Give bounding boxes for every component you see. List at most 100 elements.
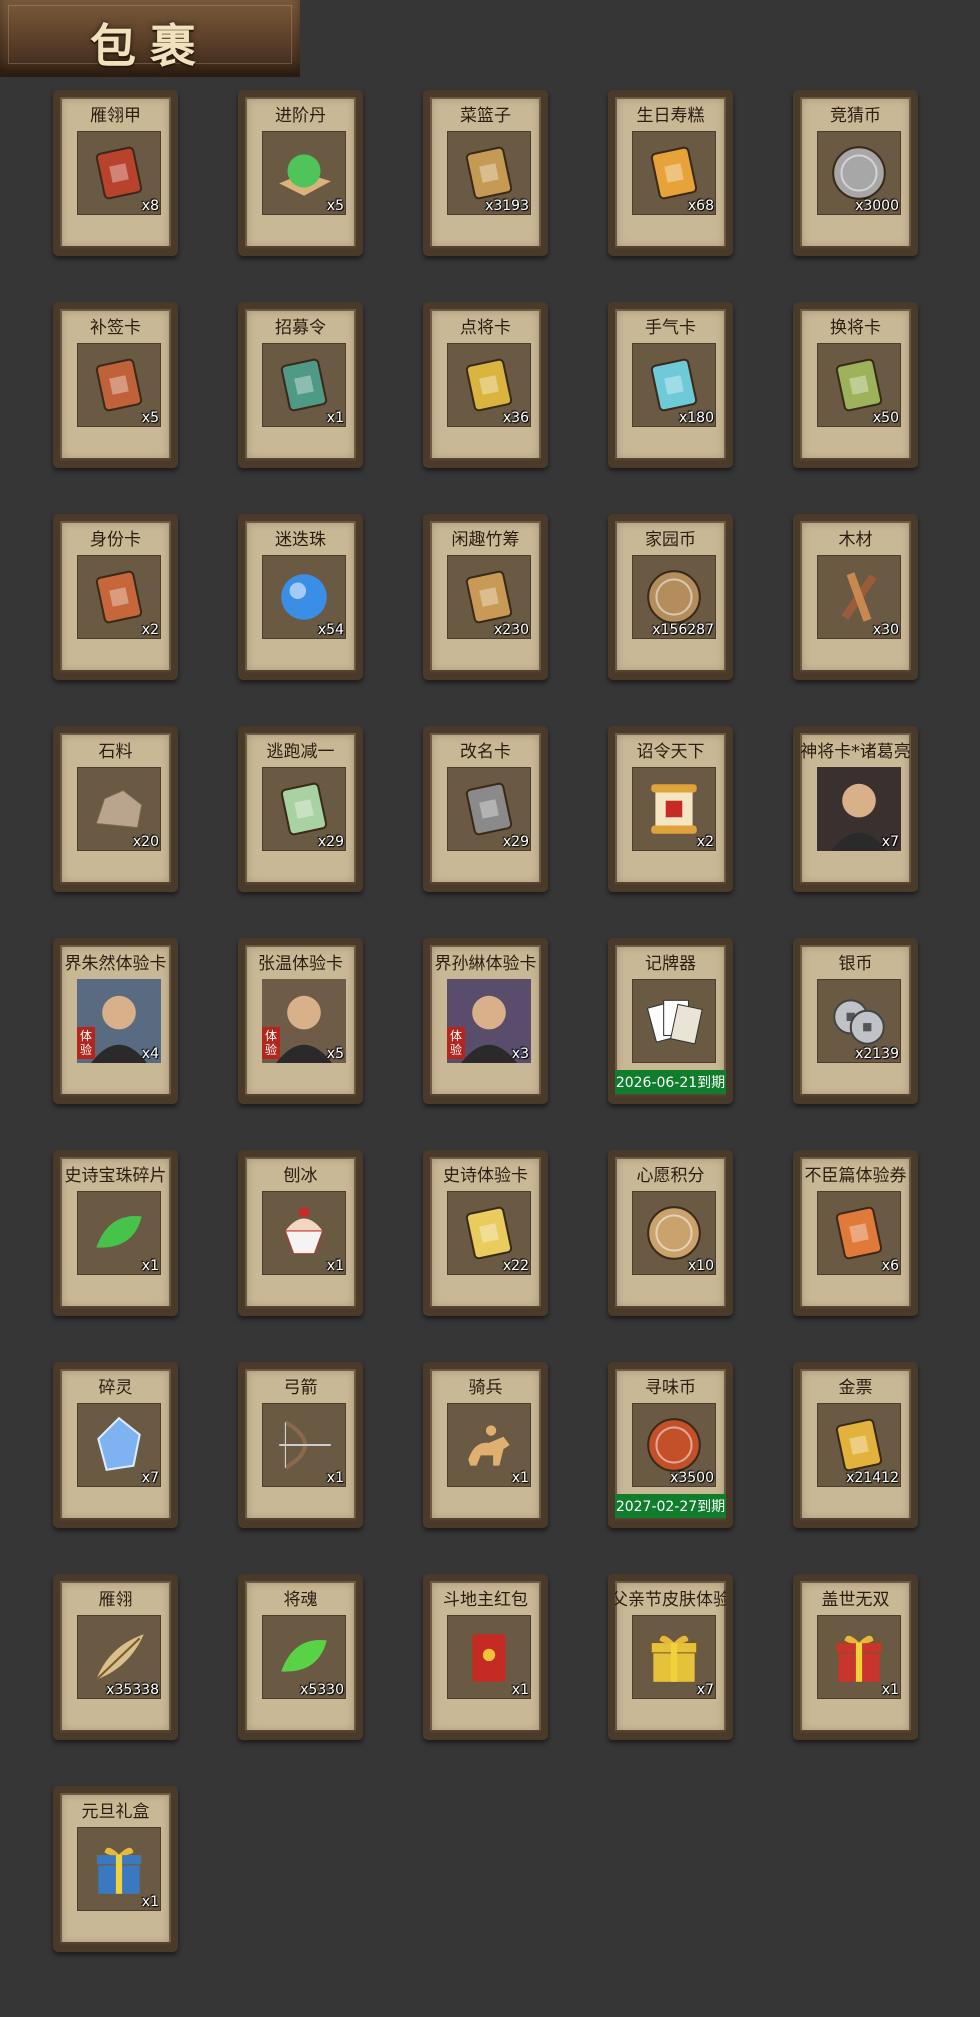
item-icon-box: x3000 — [817, 131, 901, 215]
item-name: 石料 — [98, 742, 133, 762]
item-icon-box: x3500 — [632, 1403, 716, 1487]
item-icon-box: x156287 — [632, 555, 716, 639]
item-icon-box: x7 — [817, 767, 901, 851]
item-icon-box: x1 — [77, 1191, 161, 1275]
item-count: x5 — [326, 1046, 344, 1062]
inventory-item[interactable]: 换将卡 x50 — [793, 302, 918, 468]
inventory-item[interactable]: 金票 x21412 — [793, 1362, 918, 1528]
item-name: 父亲节皮肤体验包 — [611, 1590, 730, 1610]
item-count: x1 — [511, 1682, 529, 1698]
item-count: x180 — [678, 410, 714, 426]
inventory-item[interactable]: 刨冰 x1 — [238, 1150, 363, 1316]
item-icon-box — [632, 979, 716, 1063]
item-name: 菜篮子 — [460, 106, 511, 126]
item-count: x1 — [141, 1894, 159, 1910]
item-name: 换将卡 — [830, 318, 881, 338]
item-icon-box: x68 — [632, 131, 716, 215]
item-icon-box: 体验 x5 — [262, 979, 346, 1063]
inventory-item[interactable]: 闲趣竹筹 x230 — [423, 514, 548, 680]
inventory-item[interactable]: 家园币 x156287 — [608, 514, 733, 680]
inventory-item[interactable]: 张温体验卡 体验 x5 — [238, 938, 363, 1104]
item-icon-box: x6 — [817, 1191, 901, 1275]
item-count: x22 — [502, 1258, 529, 1274]
inventory-item[interactable]: 元旦礼盒 x1 — [53, 1786, 178, 1952]
item-icon-box: x2 — [632, 767, 716, 851]
inventory-item[interactable]: 竞猜币 x3000 — [793, 90, 918, 256]
inventory-item[interactable]: 弓箭 x1 — [238, 1362, 363, 1528]
inventory-item[interactable]: 碎灵 x7 — [53, 1362, 178, 1528]
item-count: x1 — [326, 1470, 344, 1486]
item-icon-box: x50 — [817, 343, 901, 427]
item-count: x21412 — [846, 1470, 899, 1486]
item-name: 迷迭珠 — [275, 530, 326, 550]
item-icon-box: x1 — [77, 1827, 161, 1911]
inventory-item[interactable]: 父亲节皮肤体验包 x7 — [608, 1574, 733, 1740]
item-name: 骑兵 — [468, 1378, 503, 1398]
item-name: 闲趣竹筹 — [451, 530, 520, 550]
inventory-item[interactable]: 界朱然体验卡 体验 x4 — [53, 938, 178, 1104]
inventory-item[interactable]: 神将卡*诸葛亮 x7 — [793, 726, 918, 892]
playing-cards-icon — [632, 979, 716, 1063]
inventory-item[interactable]: 石料 x20 — [53, 726, 178, 892]
item-count: x5 — [326, 198, 344, 214]
inventory-item[interactable]: 点将卡 x36 — [423, 302, 548, 468]
inventory-item[interactable]: 迷迭珠 x54 — [238, 514, 363, 680]
inventory-item[interactable]: 雁翎 x35338 — [53, 1574, 178, 1740]
inventory-item[interactable]: 逃跑减一 x29 — [238, 726, 363, 892]
item-count: x1 — [141, 1258, 159, 1274]
inventory-item[interactable]: 诏令天下 x2 — [608, 726, 733, 892]
item-name: 史诗宝珠碎片 — [64, 1166, 167, 1186]
item-icon-box: x35338 — [77, 1615, 161, 1699]
inventory-item[interactable]: 手气卡 x180 — [608, 302, 733, 468]
item-name: 元旦礼盒 — [81, 1802, 150, 1822]
inventory-item[interactable]: 史诗体验卡 x22 — [423, 1150, 548, 1316]
inventory-item[interactable]: 生日寿糕 x68 — [608, 90, 733, 256]
item-name: 点将卡 — [460, 318, 511, 338]
item-icon-box: x7 — [77, 1403, 161, 1487]
item-name: 寻味币 — [645, 1378, 696, 1398]
item-name: 改名卡 — [460, 742, 511, 762]
inventory-item[interactable]: 将魂 x5330 — [238, 1574, 363, 1740]
item-count: x29 — [317, 834, 344, 850]
item-count: x1 — [326, 410, 344, 426]
inventory-item[interactable]: 改名卡 x29 — [423, 726, 548, 892]
item-name: 生日寿糕 — [636, 106, 705, 126]
item-name: 刨冰 — [283, 1166, 318, 1186]
inventory-item[interactable]: 骑兵 x1 — [423, 1362, 548, 1528]
item-name: 招募令 — [275, 318, 326, 338]
item-icon-box: 体验 x4 — [77, 979, 161, 1063]
inventory-item[interactable]: 银币 x2139 — [793, 938, 918, 1104]
item-name: 诏令天下 — [636, 742, 705, 762]
inventory-item[interactable]: 进阶丹 x5 — [238, 90, 363, 256]
item-count: x2 — [696, 834, 714, 850]
item-count: x7 — [881, 834, 899, 850]
inventory-item[interactable]: 补签卡 x5 — [53, 302, 178, 468]
inventory-item[interactable]: 招募令 x1 — [238, 302, 363, 468]
inventory-item[interactable]: 心愿积分 x10 — [608, 1150, 733, 1316]
item-icon-box: x2 — [77, 555, 161, 639]
item-count: x5330 — [300, 1682, 344, 1698]
inventory-item[interactable]: 盖世无双 x1 — [793, 1574, 918, 1740]
item-count: x68 — [687, 198, 714, 214]
inventory-item[interactable]: 史诗宝珠碎片 x1 — [53, 1150, 178, 1316]
inventory-item[interactable]: 菜篮子 x3193 — [423, 90, 548, 256]
inventory-item[interactable]: 不臣篇体验券 x6 — [793, 1150, 918, 1316]
trial-badge: 体验 — [77, 1027, 95, 1059]
item-icon-box: x1 — [262, 1191, 346, 1275]
item-name: 竞猜币 — [830, 106, 881, 126]
inventory-item[interactable]: 身份卡 x2 — [53, 514, 178, 680]
inventory-item[interactable]: 记牌器 2026-06-21到期 — [608, 938, 733, 1104]
inventory-item[interactable]: 雁翎甲 x8 — [53, 90, 178, 256]
item-count: x20 — [132, 834, 159, 850]
item-icon-box: x36 — [447, 343, 531, 427]
item-name: 进阶丹 — [275, 106, 326, 126]
inventory-item[interactable]: 斗地主红包 x1 — [423, 1574, 548, 1740]
inventory-item[interactable]: 寻味币 x3500 2027-02-27到期 — [608, 1362, 733, 1528]
item-icon-box: x10 — [632, 1191, 716, 1275]
inventory-item[interactable]: 木材 x30 — [793, 514, 918, 680]
inventory-item[interactable]: 界孙綝体验卡 体验 x3 — [423, 938, 548, 1104]
item-icon-box: x22 — [447, 1191, 531, 1275]
item-name: 不臣篇体验券 — [804, 1166, 907, 1186]
item-name: 身份卡 — [90, 530, 141, 550]
item-icon-box: x54 — [262, 555, 346, 639]
